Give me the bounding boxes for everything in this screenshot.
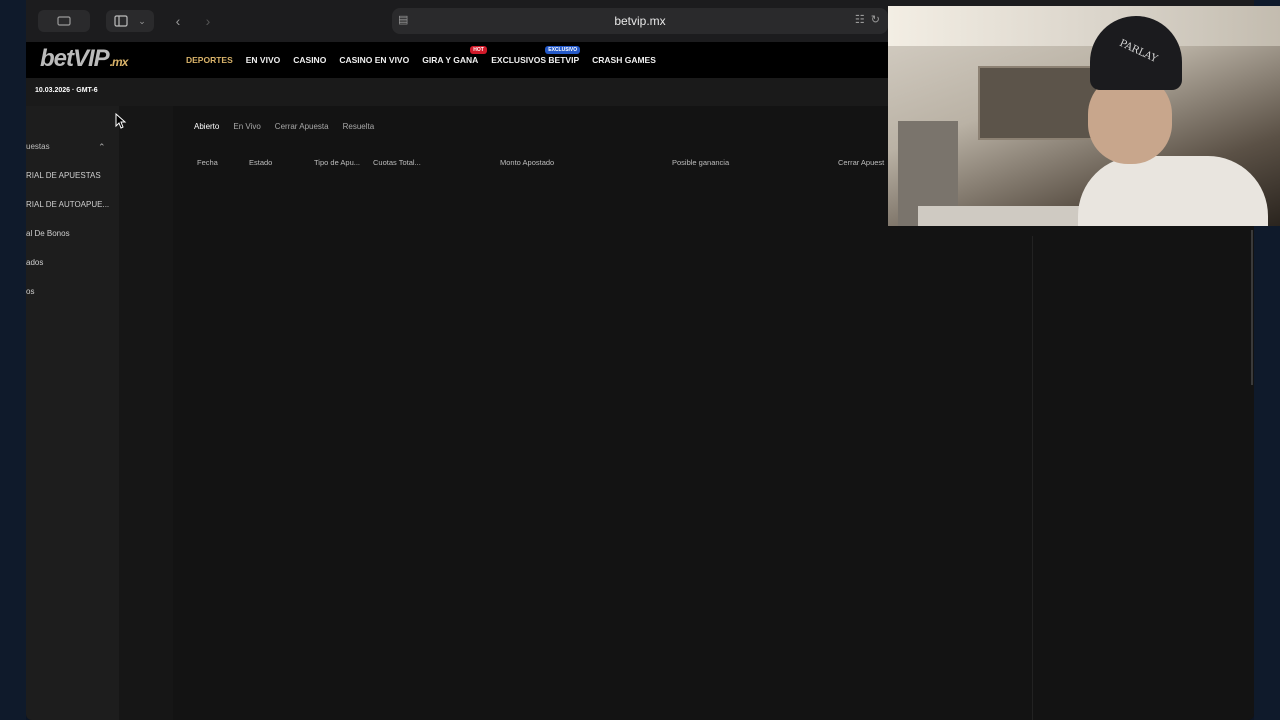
webcam-beanie: PARLAY <box>1090 16 1182 90</box>
url-text: betvip.mx <box>614 14 666 28</box>
sidebar-toggle-button[interactable]: ⌄ <box>106 10 154 32</box>
nav-casino-en-vivo[interactable]: CASINO EN VIVO <box>339 55 409 65</box>
tab-en-vivo[interactable]: En Vivo <box>233 122 260 131</box>
hot-badge: HOT <box>470 46 487 54</box>
nav-exclusivos-betvip[interactable]: EXCLUSIVOS BETVIP EXCLUSIVO <box>491 46 581 65</box>
tab-cerrar-apuesta[interactable]: Cerrar Apuesta <box>275 122 329 131</box>
tab-resuelta[interactable]: Resuelta <box>343 122 375 131</box>
desktop-background <box>0 0 26 720</box>
tab-overview-icon <box>57 16 71 26</box>
nav-casino[interactable]: CASINO <box>293 55 326 65</box>
translate-icon[interactable]: ☷ <box>855 13 865 26</box>
beanie-text: PARLAY <box>1117 37 1160 66</box>
chevron-left-icon: ‹ <box>175 13 181 29</box>
datetime-display: 10.03.2026 · GMT-6 <box>35 87 98 94</box>
column-estado[interactable]: Estado <box>249 158 272 167</box>
back-button[interactable]: ‹ <box>166 10 190 32</box>
tab-overview-button[interactable] <box>38 10 90 32</box>
reload-icon[interactable]: ↻ <box>871 13 880 26</box>
nav-en-vivo[interactable]: EN VIVO <box>246 55 280 65</box>
sidebar-item-historial-autoapuestas[interactable]: RIAL DE AUTOAPUE... <box>26 200 119 209</box>
sidebar-item-os[interactable]: os <box>26 287 119 296</box>
webcam-person: PARLAY <box>1078 16 1268 226</box>
address-bar[interactable]: ▤ betvip.mx ☷ ↻ <box>392 8 888 34</box>
chevron-down-icon: ⌄ <box>138 15 146 26</box>
chevron-right-icon: › <box>205 13 211 29</box>
sidebar-item-resultados[interactable]: ados <box>26 258 119 267</box>
column-tipo-apuesta[interactable]: Tipo de Apu... <box>314 158 360 167</box>
sidebar-item-historial-bonos[interactable]: al De Bonos <box>26 229 119 238</box>
webcam-shirt <box>1078 156 1268 226</box>
forward-button[interactable]: › <box>196 10 220 32</box>
logo-text: betVIP <box>40 45 110 72</box>
nav-crash-games[interactable]: CRASH GAMES <box>592 55 656 65</box>
exclusive-badge: EXCLUSIVO <box>545 46 581 54</box>
sidebar-section-label: uestas <box>26 142 50 151</box>
sidebar-icon <box>114 15 128 27</box>
column-cerrar-apuesta[interactable]: Cerrar Apuest <box>838 158 884 167</box>
column-posible-ganancia[interactable]: Posible ganancia <box>672 158 729 167</box>
column-fecha[interactable]: Fecha <box>197 158 218 167</box>
panel-divider <box>1032 236 1033 720</box>
chevron-up-icon: ⌃ <box>98 142 106 152</box>
nav-deportes[interactable]: DEPORTES <box>186 55 233 65</box>
webcam-overlay: PARLAY <box>888 6 1280 226</box>
nav-gira-y-gana[interactable]: GIRA Y GANA HOT <box>422 46 487 65</box>
bet-status-tabs: Abierto En Vivo Cerrar Apuesta Resuelta <box>194 122 374 131</box>
tab-abierto[interactable]: Abierto <box>194 122 219 131</box>
column-monto-apostado[interactable]: Monto Apostado <box>500 158 554 167</box>
site-logo[interactable]: betVIP.mx <box>40 45 129 73</box>
page-settings-icon[interactable]: ▤ <box>398 13 412 27</box>
main-nav: DEPORTES EN VIVO CASINO CASINO EN VIVO G… <box>186 42 656 78</box>
sidebar-section-apuestas[interactable]: uestas ⌃ <box>26 142 119 152</box>
column-cuotas-totales[interactable]: Cuotas Total... <box>373 158 421 167</box>
account-sidebar: uestas ⌃ RIAL DE APUESTAS RIAL DE AUTOAP… <box>26 106 119 720</box>
sidebar-item-historial-apuestas[interactable]: RIAL DE APUESTAS <box>26 171 119 180</box>
logo-suffix: .mx <box>109 55 129 69</box>
scrollbar[interactable] <box>1251 230 1253 385</box>
nav-gira-y-gana-label: GIRA Y GANA <box>422 55 479 65</box>
sidebar-spacer <box>119 106 173 720</box>
nav-exclusivos-label: EXCLUSIVOS BETVIP <box>491 55 580 65</box>
